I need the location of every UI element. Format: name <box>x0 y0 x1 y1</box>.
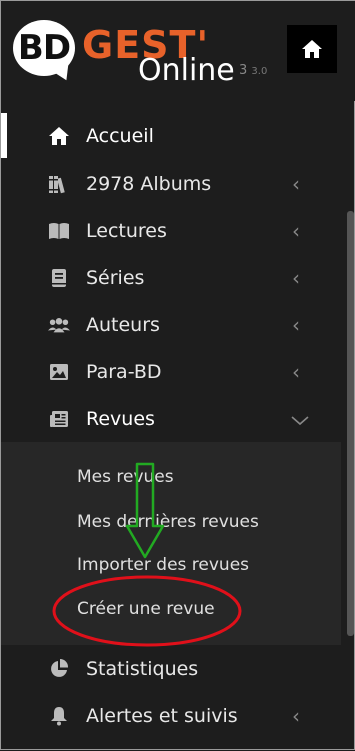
revues-submenu: Mes revues Mes dernières revues Importer… <box>1 442 341 645</box>
nav-item-albums[interactable]: 2978 Albums ‹ <box>1 161 341 207</box>
submenu-item-creer-une-revue[interactable]: Créer une revue <box>77 599 215 619</box>
bell-icon <box>48 705 70 727</box>
version-full: 3.0 <box>251 66 268 77</box>
book-icon <box>48 267 70 289</box>
newspaper-icon <box>48 408 70 430</box>
nav-item-accueil[interactable]: Accueil <box>1 113 341 159</box>
header: BD GEST' Online 3 3.0 <box>1 1 355 101</box>
scrollbar[interactable] <box>347 211 354 636</box>
chevron-left-icon: ‹ <box>292 172 300 196</box>
chevron-left-icon: ‹ <box>292 266 300 290</box>
version-label: 3 3.0 <box>239 63 267 78</box>
pie-chart-icon <box>48 658 70 680</box>
chevron-left-icon: ‹ <box>292 313 300 337</box>
chevron-down-icon <box>291 407 309 431</box>
nav-item-label: Para-BD <box>86 361 162 383</box>
version-major: 3 <box>239 63 248 78</box>
nav-item-label: Accueil <box>86 125 154 147</box>
home-button[interactable] <box>287 25 337 73</box>
books-icon <box>48 173 70 195</box>
nav-item-label: Revues <box>86 408 155 430</box>
nav-item-series[interactable]: Séries ‹ <box>1 255 341 301</box>
users-icon <box>48 314 70 336</box>
nav-item-statistiques[interactable]: Statistiques <box>1 646 341 692</box>
open-book-icon <box>48 220 70 242</box>
nav-item-label: Alertes et suivis <box>86 705 238 727</box>
nav-item-label: Séries <box>86 267 145 289</box>
nav-item-label: Statistiques <box>86 658 199 680</box>
chevron-left-icon: ‹ <box>292 360 300 384</box>
nav-item-auteurs[interactable]: Auteurs ‹ <box>1 302 341 348</box>
nav-item-label: Auteurs <box>86 314 160 336</box>
submenu-item-importer-des-revues[interactable]: Importer des revues <box>77 555 249 575</box>
chevron-left-icon: ‹ <box>292 219 300 243</box>
home-icon <box>302 40 322 58</box>
home-icon <box>48 125 70 147</box>
logo-bd: BD <box>17 28 71 68</box>
nav-item-label: 2978 Albums <box>86 173 212 195</box>
submenu-item-mes-dernieres-revues[interactable]: Mes dernières revues <box>77 512 259 532</box>
chevron-left-icon: ‹ <box>292 704 300 728</box>
submenu-item-mes-revues[interactable]: Mes revues <box>77 467 174 487</box>
sidebar-page: BD GEST' Online 3 3.0 Accueil 2978 Album… <box>0 0 355 750</box>
logo-online: Online <box>138 53 235 88</box>
nav-item-lectures[interactable]: Lectures ‹ <box>1 208 341 254</box>
image-icon <box>48 361 70 383</box>
nav-item-label: Lectures <box>86 220 167 242</box>
nav-item-para-bd[interactable]: Para-BD ‹ <box>1 349 341 395</box>
nav-item-alertes[interactable]: Alertes et suivis ‹ <box>1 693 341 739</box>
nav-item-revues[interactable]: Revues <box>1 396 341 442</box>
